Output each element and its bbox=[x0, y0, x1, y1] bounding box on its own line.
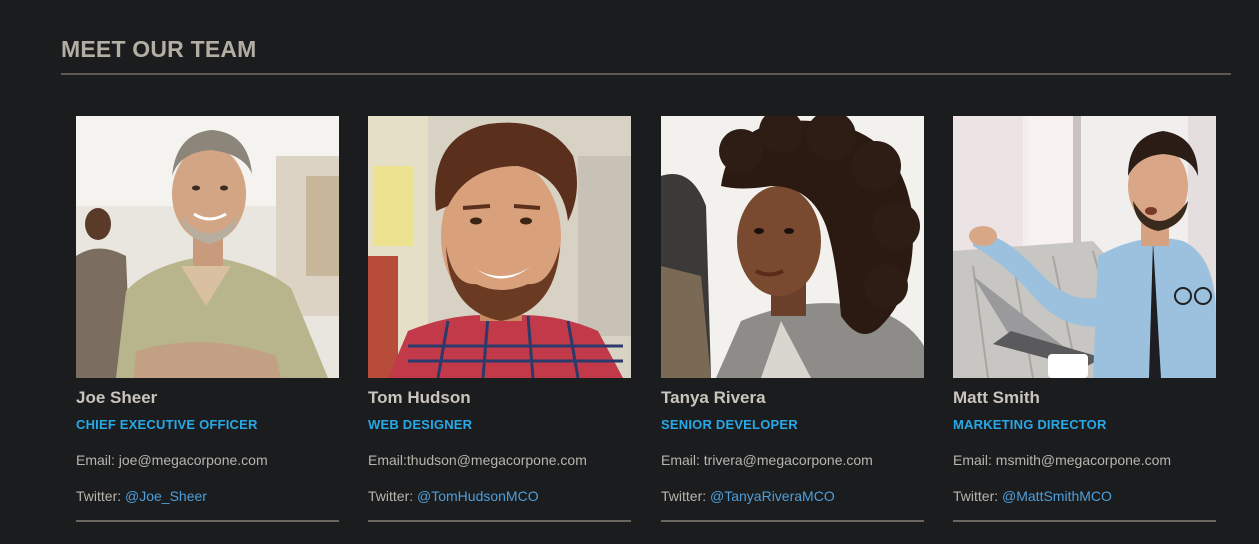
team-member-name: Tom Hudson bbox=[368, 388, 471, 407]
twitter-link[interactable]: @TomHudsonMCO bbox=[417, 488, 539, 504]
team-member-name: Matt Smith bbox=[953, 388, 1040, 407]
team-member-photo bbox=[76, 116, 339, 378]
team-member-card: Tom Hudson WEB DESIGNER Email:thudson@me… bbox=[368, 116, 631, 522]
team-member-email: Email: msmith@megacorpone.com bbox=[953, 452, 1172, 468]
team-member-twitter: Twitter: @TanyaRiveraMCO bbox=[661, 488, 924, 505]
section-title: MEET OUR TEAM bbox=[61, 36, 257, 62]
team-member-email: Email:thudson@megacorpone.com bbox=[368, 452, 587, 468]
team-member-name: Tanya Rivera bbox=[661, 388, 766, 407]
team-member-card: Joe Sheer CHIEF EXECUTIVE OFFICER Email:… bbox=[76, 116, 339, 522]
card-divider bbox=[368, 520, 631, 522]
team-member-role: MARKETING DIRECTOR bbox=[953, 417, 1107, 432]
twitter-label: Twitter: bbox=[368, 488, 418, 504]
card-divider bbox=[953, 520, 1216, 522]
twitter-link[interactable]: @TanyaRiveraMCO bbox=[710, 488, 835, 504]
twitter-link[interactable]: @Joe_Sheer bbox=[125, 488, 207, 504]
twitter-label: Twitter: bbox=[661, 488, 711, 504]
twitter-label: Twitter: bbox=[76, 488, 126, 504]
card-divider bbox=[661, 520, 924, 522]
team-member-role: SENIOR DEVELOPER bbox=[661, 417, 798, 432]
twitter-link[interactable]: @MattSmithMCO bbox=[1002, 488, 1112, 504]
section-divider bbox=[61, 73, 1231, 75]
team-member-card: Matt Smith MARKETING DIRECTOR Email: msm… bbox=[953, 116, 1216, 522]
team-member-card: Tanya Rivera SENIOR DEVELOPER Email: tri… bbox=[661, 116, 924, 522]
team-member-photo bbox=[368, 116, 631, 378]
team-member-role: WEB DESIGNER bbox=[368, 417, 473, 432]
twitter-label: Twitter: bbox=[953, 488, 1003, 504]
team-member-name: Joe Sheer bbox=[76, 388, 158, 407]
team-member-role: CHIEF EXECUTIVE OFFICER bbox=[76, 417, 258, 432]
team-member-twitter: Twitter: @MattSmithMCO bbox=[953, 488, 1216, 505]
card-divider bbox=[76, 520, 339, 522]
team-member-photo bbox=[661, 116, 924, 378]
team-member-twitter: Twitter: @Joe_Sheer bbox=[76, 488, 339, 505]
team-member-photo bbox=[953, 116, 1216, 378]
team-member-twitter: Twitter: @TomHudsonMCO bbox=[368, 488, 631, 505]
team-member-email: Email: trivera@megacorpone.com bbox=[661, 452, 873, 468]
team-section: MEET OUR TEAM Joe Sheer CHIEF EXECUTIVE … bbox=[0, 0, 1259, 544]
team-member-email: Email: joe@megacorpone.com bbox=[76, 452, 268, 468]
